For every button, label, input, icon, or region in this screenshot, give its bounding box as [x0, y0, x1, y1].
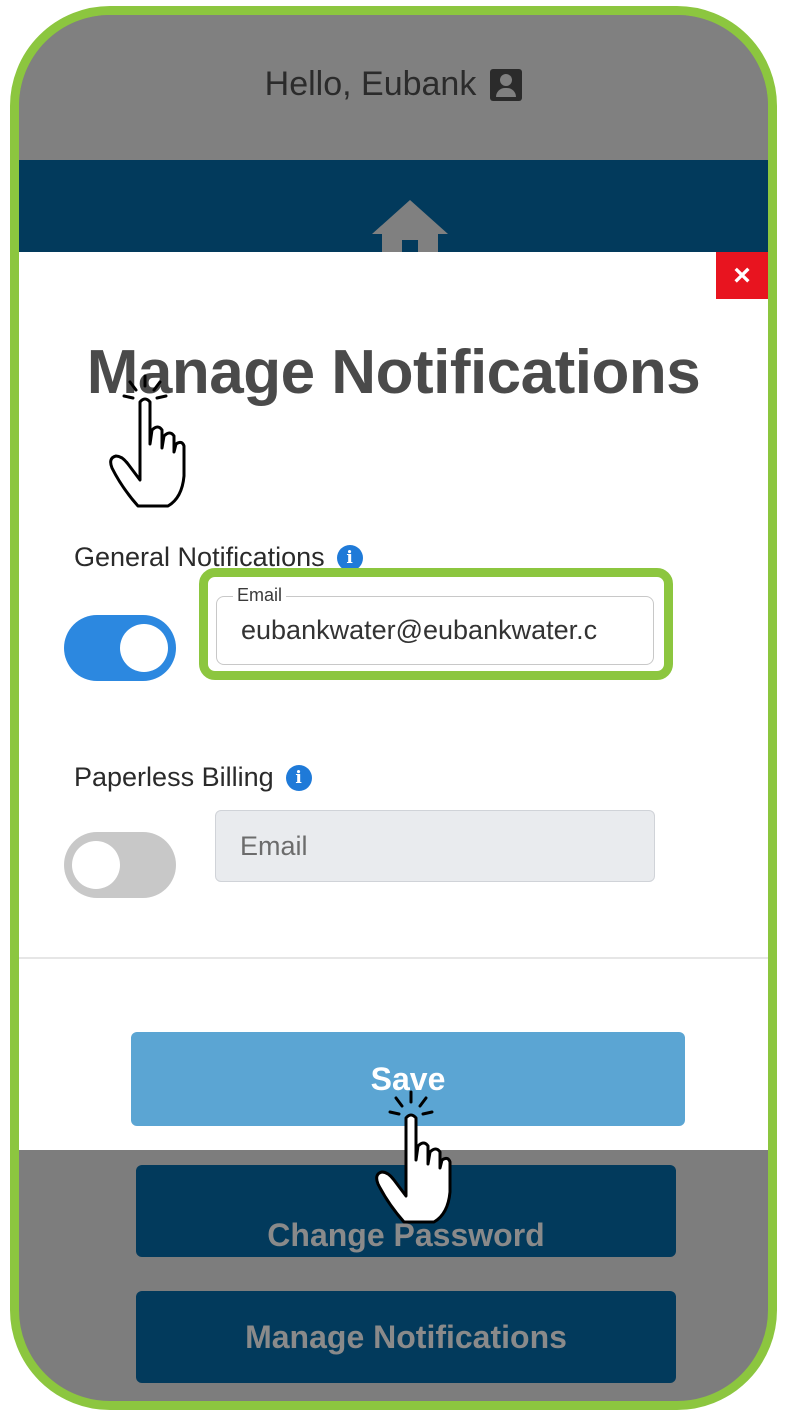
greeting-text: Hello, Eubank	[264, 65, 477, 103]
general-notifications-toggle[interactable]	[64, 615, 176, 681]
tap-hand-icon	[109, 374, 186, 508]
info-icon[interactable]: i	[336, 544, 363, 571]
paperless-email-field: Email	[215, 810, 655, 882]
manage-notifications-bg-button: Manage Notifications	[136, 1291, 676, 1383]
nav-bar	[19, 160, 768, 255]
toggle-knob	[72, 841, 120, 889]
email-value: eubankwater@eubankwater.c	[241, 615, 598, 645]
greeting: Hello, Eubank	[19, 65, 768, 104]
close-icon: ×	[733, 258, 751, 292]
general-email-field[interactable]: Email eubankwater@eubankwater.c	[216, 585, 654, 665]
app-header: Hello, Eubank	[19, 15, 768, 160]
tap-hand-icon	[375, 1090, 452, 1224]
paperless-billing-text: Paperless Billing	[74, 762, 274, 792]
manage-notifications-bg-label: Manage Notifications	[245, 1318, 567, 1355]
divider	[19, 957, 768, 959]
toggle-knob	[120, 624, 168, 672]
paperless-billing-label: Paperless Billing i	[74, 762, 312, 793]
email-legend: Email	[233, 585, 287, 606]
close-button[interactable]: ×	[716, 252, 768, 299]
home-icon[interactable]	[372, 200, 448, 255]
info-icon[interactable]: i	[285, 764, 312, 791]
paperless-billing-toggle[interactable]	[64, 832, 176, 898]
account-icon[interactable]	[490, 68, 523, 101]
